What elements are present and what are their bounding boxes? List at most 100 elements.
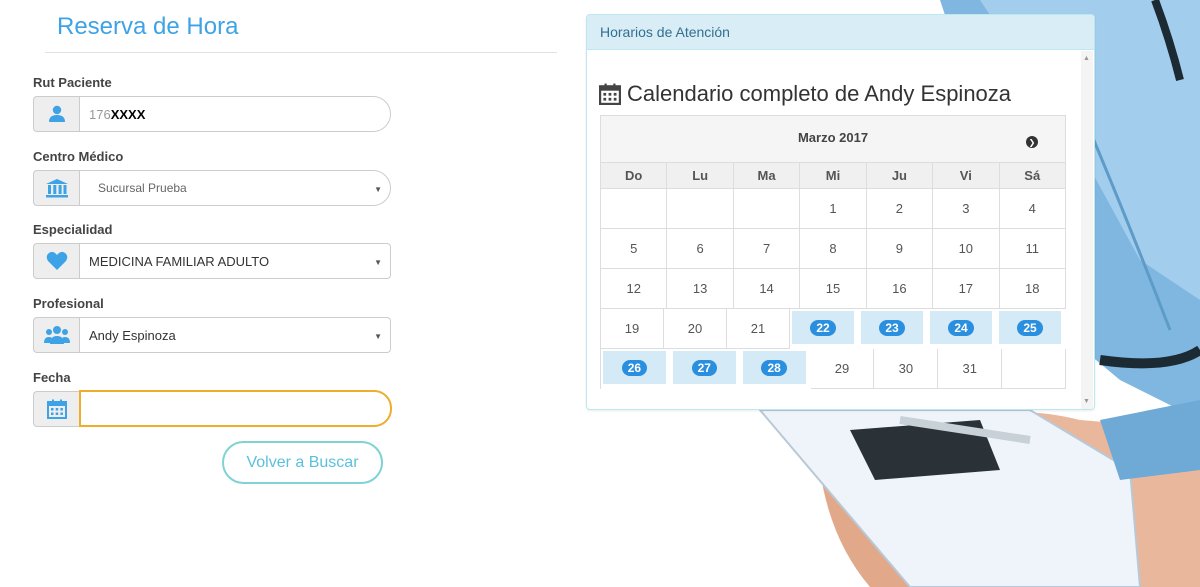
scroll-up-icon[interactable]: ▲ bbox=[1083, 55, 1090, 62]
day-number: 15 bbox=[825, 281, 841, 296]
rut-masked: XXXX bbox=[110, 106, 146, 122]
calendar-day: 13 bbox=[667, 269, 734, 309]
calendar-icon bbox=[599, 83, 621, 105]
day-number: 14 bbox=[759, 281, 774, 296]
calendar-week: 12 13 14 15 16 17 18 bbox=[600, 269, 1066, 309]
day-number: 8 bbox=[829, 241, 837, 256]
calendar-title-text: Calendario completo de Andy Espinoza bbox=[627, 81, 1012, 106]
calendar-day-available[interactable]: 28 bbox=[742, 351, 809, 387]
calendar-header: Marzo 2017 ❯ bbox=[600, 115, 1066, 163]
scroll-down-icon[interactable]: ▼ bbox=[1083, 398, 1090, 405]
calendar-day: 6 bbox=[667, 229, 734, 269]
calendar-day-available[interactable]: 24 bbox=[930, 311, 995, 347]
calendar-day: 18 bbox=[999, 269, 1066, 309]
day-number: 10 bbox=[958, 241, 974, 256]
title-divider bbox=[45, 52, 557, 53]
calendar-week: 19 20 21 22 23 24 25 bbox=[600, 309, 1066, 349]
day-number: 5 bbox=[630, 241, 638, 256]
weekday-header: Ma bbox=[733, 163, 801, 189]
calendar-day: 2 bbox=[866, 189, 934, 229]
day-number: 29 bbox=[834, 361, 850, 376]
day-number: 26 bbox=[621, 359, 648, 376]
panel-heading: Horarios de Atención bbox=[587, 15, 1094, 50]
calendar-day-available[interactable]: 23 bbox=[861, 311, 926, 347]
next-month-button[interactable]: ❯ bbox=[1026, 136, 1038, 148]
calendar-week: 5 6 7 8 9 10 11 bbox=[600, 229, 1066, 269]
weekday-header: Ju bbox=[866, 163, 934, 189]
especialidad-value: MEDICINA FAMILIAR ADULTO bbox=[89, 253, 270, 269]
fecha-input[interactable] bbox=[79, 390, 392, 427]
day-number: 2 bbox=[895, 201, 904, 216]
chevron-right-icon: ❯ bbox=[1028, 137, 1036, 147]
day-number: 1 bbox=[829, 201, 837, 216]
day-number: 12 bbox=[626, 281, 641, 296]
calendar-week: 1 2 3 4 bbox=[600, 189, 1066, 229]
rut-input[interactable]: 176 XXXX bbox=[79, 96, 391, 132]
calendar-day: 31 bbox=[938, 349, 1003, 389]
calendar-day: 5 bbox=[601, 229, 668, 269]
weekday-header: Sá bbox=[999, 163, 1066, 189]
horarios-panel: Horarios de Atención Calendario completo… bbox=[586, 14, 1095, 410]
calendar-day: 9 bbox=[866, 229, 934, 269]
volver-button[interactable]: Volver a Buscar bbox=[222, 441, 383, 484]
calendar-day-available[interactable]: 26 bbox=[603, 351, 669, 387]
calendar-day: 8 bbox=[800, 229, 867, 269]
calendar-day-available[interactable]: 27 bbox=[672, 351, 739, 387]
especialidad-label: Especialidad bbox=[33, 222, 113, 237]
calendar-day: 4 bbox=[999, 189, 1066, 229]
calendar-weeks: 1 2 3 4 5 6 7 8 9 10 11 12 13 14 15 16 17 18 19 20 21 22 23 24 2… bbox=[600, 189, 1067, 389]
day-number: 23 bbox=[879, 319, 905, 336]
weekday-header: Vi bbox=[933, 163, 1000, 189]
day-number: 7 bbox=[762, 241, 771, 256]
page: Reserva de Hora Rut Paciente 176 XXXX Cen… bbox=[0, 0, 1200, 587]
weekday-header: Lu bbox=[667, 163, 734, 189]
especialidad-select[interactable]: MEDICINA FAMILIAR ADULTO ▼ bbox=[79, 243, 391, 279]
day-number: 13 bbox=[692, 281, 708, 296]
day-number: 24 bbox=[948, 319, 974, 336]
day-number: 20 bbox=[687, 321, 703, 336]
panel-scrollbar[interactable]: ▲ ▼ bbox=[1081, 51, 1093, 409]
page-title: Reserva de Hora bbox=[57, 13, 239, 40]
month-label: Marzo 2017 bbox=[797, 130, 869, 145]
calendar-day: 12 bbox=[601, 269, 668, 309]
calendar-day: 10 bbox=[933, 229, 1000, 269]
day-number: 25 bbox=[1017, 319, 1043, 336]
calendar-day: 7 bbox=[733, 229, 801, 269]
weekday-header: Mi bbox=[800, 163, 867, 189]
calendar-day: 11 bbox=[999, 229, 1066, 269]
profesional-select[interactable]: Andy Espinoza ▼ bbox=[79, 317, 391, 353]
centro-select[interactable]: Sucursal Prueba ▼ bbox=[79, 170, 391, 206]
calendar-day: 17 bbox=[933, 269, 1000, 309]
calendar-day: 14 bbox=[733, 269, 801, 309]
calendar-day: 29 bbox=[810, 349, 875, 389]
calendar-day: 1 bbox=[800, 189, 867, 229]
day-number: 31 bbox=[962, 361, 977, 376]
weekday-header: Do bbox=[601, 163, 668, 189]
users-icon bbox=[33, 317, 79, 353]
calendar-day-available[interactable]: 22 bbox=[792, 311, 857, 347]
calendar-icon bbox=[33, 391, 79, 427]
calendar-day: 20 bbox=[664, 309, 727, 349]
calendar-day: 21 bbox=[727, 309, 790, 349]
fecha-label: Fecha bbox=[33, 370, 71, 385]
chevron-down-icon: ▼ bbox=[374, 332, 382, 341]
profesional-label: Profesional bbox=[33, 296, 104, 311]
day-number: 16 bbox=[892, 281, 907, 296]
calendar-day-available[interactable]: 25 bbox=[999, 311, 1064, 347]
rut-label: Rut Paciente bbox=[33, 75, 112, 90]
day-number: 6 bbox=[696, 241, 704, 256]
centro-value: Sucursal Prueba bbox=[98, 181, 187, 195]
day-number: 11 bbox=[1025, 241, 1039, 256]
day-number: 4 bbox=[1028, 201, 1036, 216]
calendar-day: 19 bbox=[601, 309, 664, 349]
calendar-day: 15 bbox=[800, 269, 867, 309]
calendar: Marzo 2017 ❯ Do Lu Ma Mi Ju Vi Sá 1 2 3 4 5 6 7 8 9 10 1… bbox=[600, 115, 1067, 389]
rut-prefix: 176 bbox=[89, 106, 111, 122]
weekday-row: Do Lu Ma Mi Ju Vi Sá bbox=[600, 163, 1066, 189]
day-number: 22 bbox=[810, 319, 836, 336]
chevron-down-icon: ▼ bbox=[374, 185, 382, 194]
institution-icon bbox=[33, 170, 79, 206]
calendar-day-empty bbox=[733, 189, 801, 229]
day-number: 30 bbox=[898, 361, 914, 376]
profesional-value: Andy Espinoza bbox=[89, 327, 176, 343]
